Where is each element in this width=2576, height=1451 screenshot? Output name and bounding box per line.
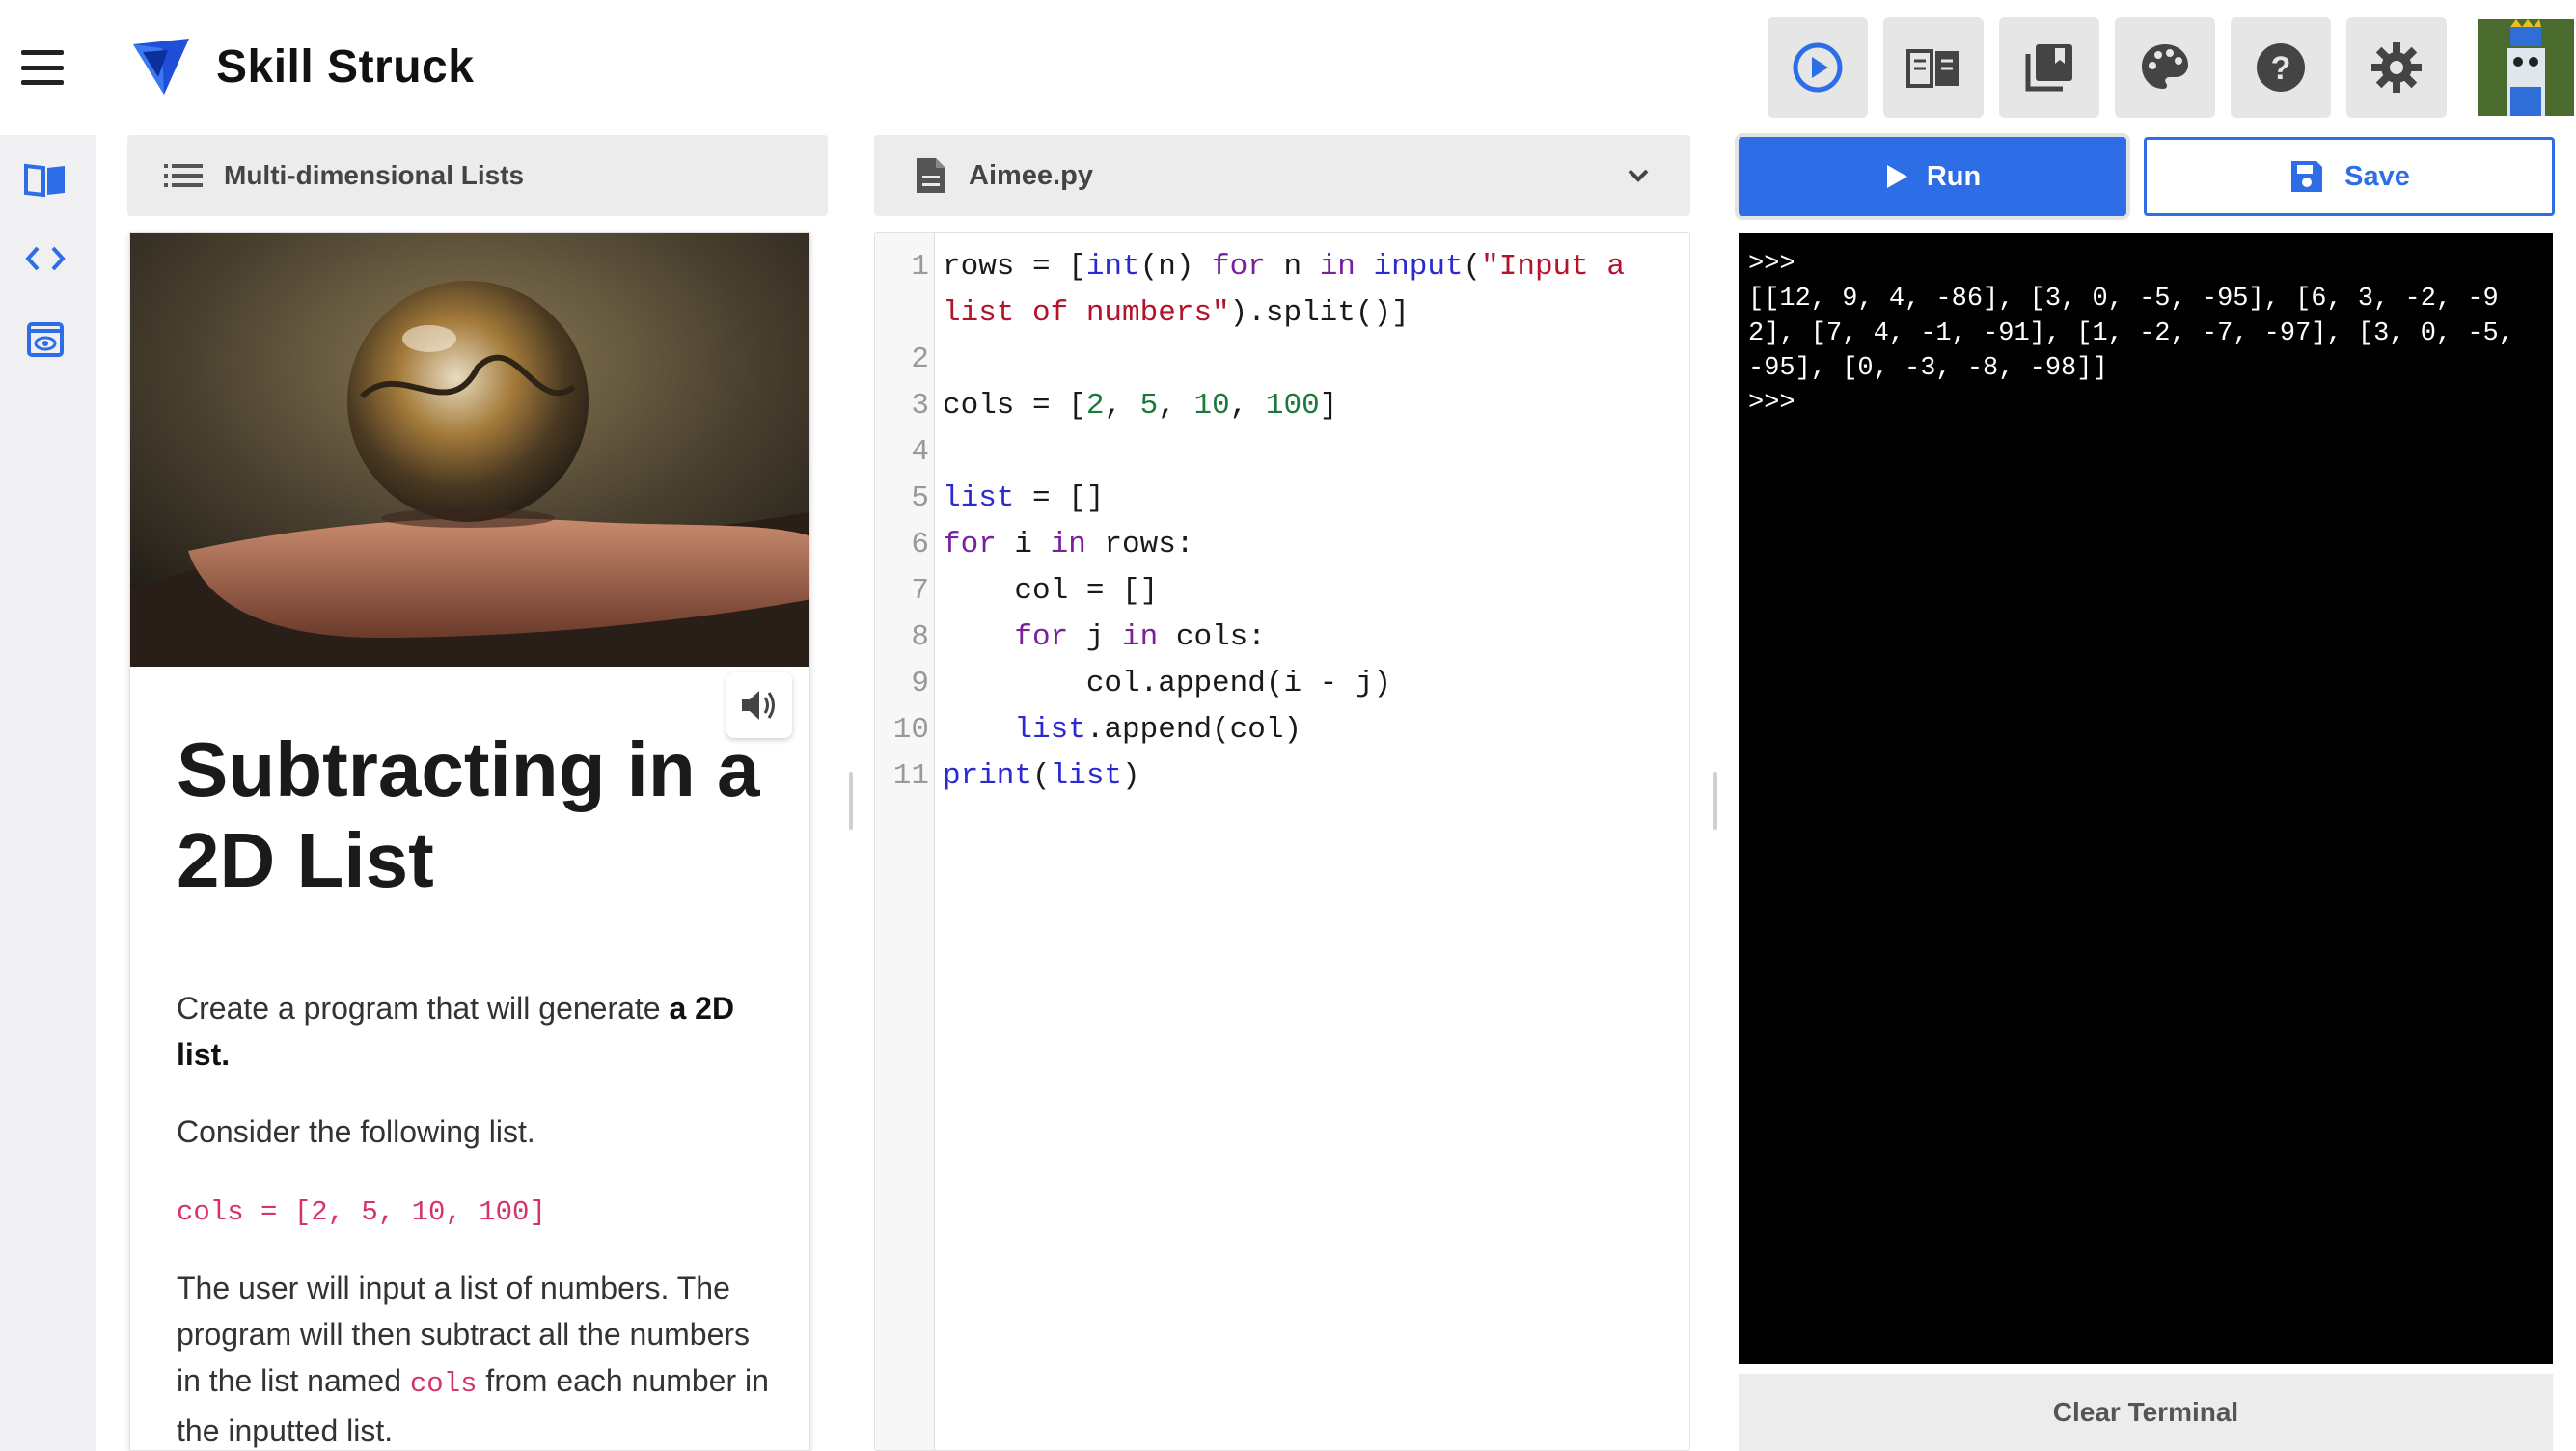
lesson-image-crystal-ball xyxy=(130,233,809,667)
terminal-output[interactable]: >>> [[12, 9, 4, -86], [3, 0, -5, -95], [… xyxy=(1739,233,2553,1364)
lesson-code-example: cols = [2, 5, 10, 100] xyxy=(177,1196,546,1228)
file-name: Aimee.py xyxy=(969,159,1093,191)
theme-button[interactable] xyxy=(2115,17,2215,118)
preview-icon xyxy=(27,322,64,357)
help-icon: ? xyxy=(2257,43,2305,92)
code-line[interactable]: 6 for i in rows: xyxy=(875,522,1691,568)
lessons-button[interactable] xyxy=(1883,17,1984,118)
left-sidebar xyxy=(0,135,96,1451)
lesson-paragraph-3: The user will input a list of numbers. T… xyxy=(177,1271,769,1448)
code-line[interactable]: 2 xyxy=(875,337,1691,383)
panel-resize-handle-right[interactable] xyxy=(1713,772,1717,830)
module-selector[interactable]: Multi-dimensional Lists xyxy=(127,135,828,216)
avatar[interactable] xyxy=(2478,19,2574,116)
settings-button[interactable] xyxy=(2346,17,2447,118)
file-icon xyxy=(917,158,945,193)
lesson-card: Subtracting in a 2D List Create a progra… xyxy=(129,232,810,1451)
save-label: Save xyxy=(2344,160,2410,192)
library-icon xyxy=(2025,44,2072,92)
lesson-paragraph-1: Create a program that will generate a 2D… xyxy=(177,991,735,1072)
save-button[interactable]: Save xyxy=(2144,137,2555,216)
code-icon xyxy=(25,246,66,271)
code-line[interactable]: 4 xyxy=(875,429,1691,476)
file-selector[interactable]: Aimee.py xyxy=(874,135,1690,216)
code-line[interactable]: 3 cols = [2, 5, 10, 100] xyxy=(875,383,1691,429)
clear-terminal-button[interactable]: Clear Terminal xyxy=(1739,1374,2553,1451)
sidebar-item-code[interactable] xyxy=(21,237,69,280)
lesson-title: Subtracting in a 2D List xyxy=(177,726,760,903)
palette-icon xyxy=(2142,44,2188,89)
list-icon xyxy=(164,164,203,187)
library-button[interactable] xyxy=(1999,17,2099,118)
gear-icon xyxy=(2371,42,2422,93)
book-open-icon xyxy=(1906,49,1959,88)
sidebar-item-lesson[interactable] xyxy=(21,158,69,201)
code-editor[interactable]: 1 rows = [int(n) for n in input("Input a … xyxy=(874,232,1690,1451)
run-button[interactable]: Run xyxy=(1739,137,2126,216)
avatar-icon xyxy=(2478,19,2574,116)
menu-icon[interactable] xyxy=(21,50,64,85)
sidebar-item-preview[interactable] xyxy=(21,318,69,361)
run-preview-button[interactable] xyxy=(1768,17,1868,118)
save-icon xyxy=(2291,161,2323,192)
code-line[interactable]: 8 for j in cols: xyxy=(875,615,1691,661)
module-title: Multi-dimensional Lists xyxy=(224,160,525,190)
code-line[interactable]: 9 col.append(i - j) xyxy=(875,661,1691,707)
code-line[interactable]: 11 print(list) xyxy=(875,753,1691,800)
brand-name: Skill Struck xyxy=(216,41,475,93)
skill-struck-logo xyxy=(133,39,189,95)
chevron-down-icon xyxy=(1628,169,1649,182)
speaker-icon xyxy=(742,691,775,720)
top-bar: Skill Struck ? xyxy=(0,0,2576,135)
panel-resize-handle-left[interactable] xyxy=(849,772,853,830)
code-line[interactable]: 7 col = [] xyxy=(875,568,1691,615)
code-line[interactable]: 10 list.append(col) xyxy=(875,707,1691,753)
code-line[interactable]: 5 list = [] xyxy=(875,476,1691,522)
play-icon xyxy=(1886,165,1907,188)
book-icon xyxy=(24,163,65,197)
help-button[interactable]: ? xyxy=(2231,17,2331,118)
run-label: Run xyxy=(1926,160,1982,192)
play-circle-icon xyxy=(1793,42,1843,93)
code-line[interactable]: 1 rows = [int(n) for n in input("Input a xyxy=(875,244,1691,290)
lesson-paragraph-2: Consider the following list. xyxy=(177,1114,535,1149)
code-line[interactable]: list of numbers").split()] xyxy=(875,290,1691,337)
svg-text:?: ? xyxy=(2271,50,2291,87)
